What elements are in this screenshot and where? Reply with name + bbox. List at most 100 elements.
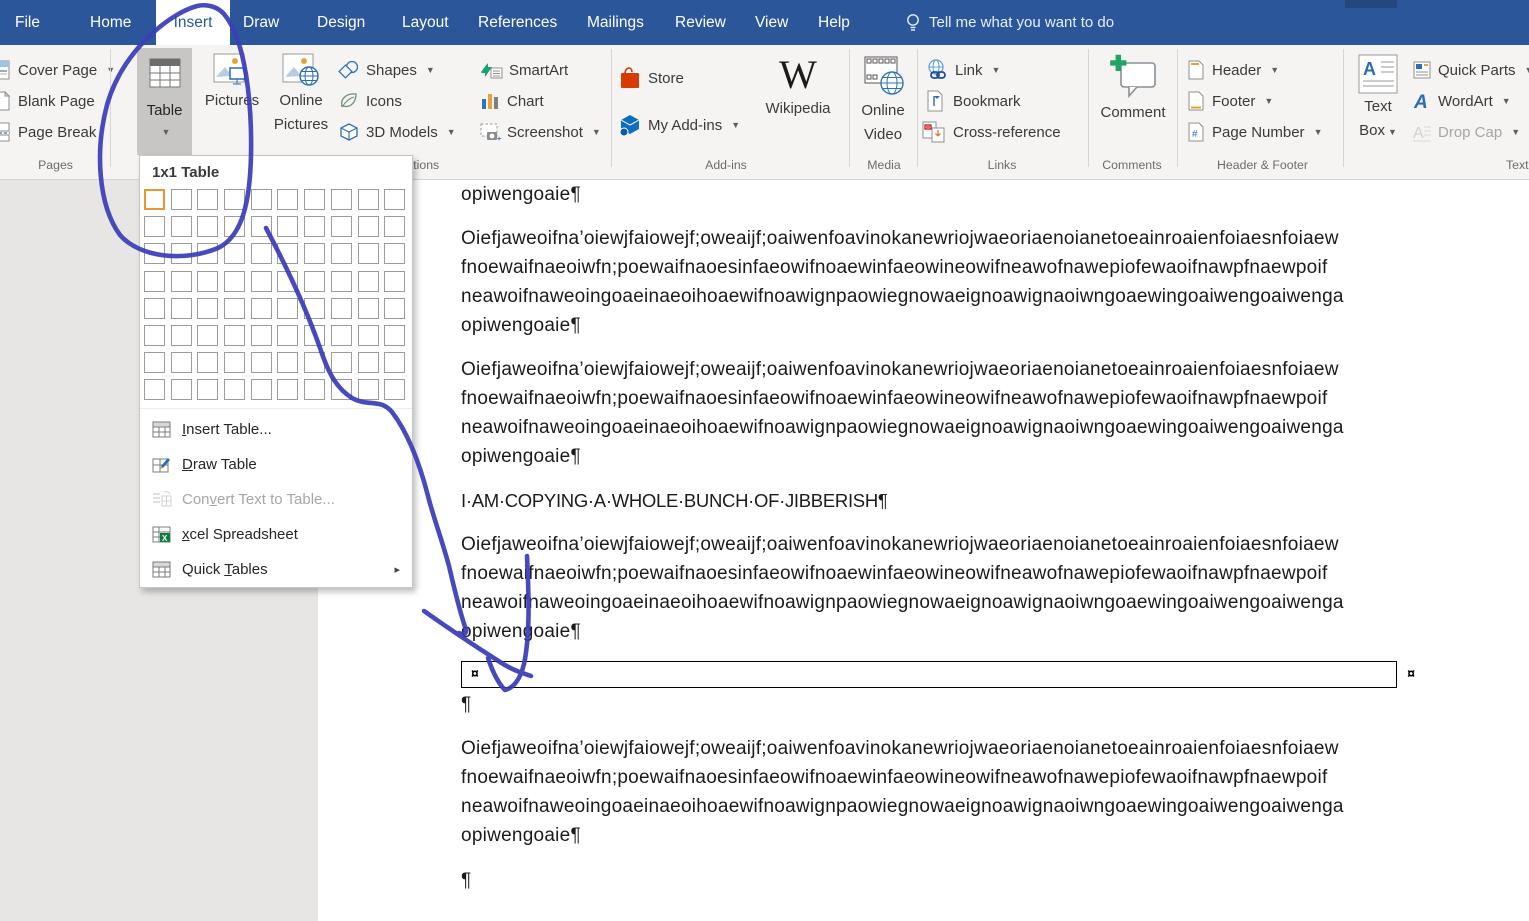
grid-cell[interactable]: [331, 352, 352, 373]
grid-cell[interactable]: [144, 271, 165, 292]
grid-cell[interactable]: [384, 298, 405, 319]
grid-cell[interactable]: [304, 325, 325, 346]
tell-me-box[interactable]: Tell me what you want to do: [905, 0, 1114, 45]
grid-cell[interactable]: [144, 243, 165, 264]
grid-cell[interactable]: [224, 189, 245, 210]
grid-cell[interactable]: [197, 189, 218, 210]
page-number-button[interactable]: # Page Number▼: [1188, 117, 1322, 147]
icons-button[interactable]: Icons: [338, 86, 402, 116]
grid-cell[interactable]: [171, 243, 192, 264]
grid-cell[interactable]: [251, 189, 272, 210]
grid-cell[interactable]: [358, 298, 379, 319]
grid-cell[interactable]: [331, 379, 352, 400]
inserted-1x1-table[interactable]: ¤ ¤: [461, 661, 1397, 688]
grid-cell[interactable]: [144, 189, 165, 210]
grid-cell[interactable]: [384, 352, 405, 373]
grid-cell[interactable]: [224, 379, 245, 400]
tab-design[interactable]: Design: [305, 0, 377, 45]
grid-cell[interactable]: [224, 243, 245, 264]
grid-cell[interactable]: [171, 352, 192, 373]
wikipedia-button[interactable]: W Wikipedia: [752, 53, 844, 121]
grid-cell[interactable]: [304, 379, 325, 400]
grid-cell[interactable]: [304, 271, 325, 292]
tab-draw[interactable]: Draw: [232, 0, 290, 45]
shapes-button[interactable]: Shapes▼: [338, 55, 435, 85]
grid-cell[interactable]: [277, 243, 298, 264]
grid-cell[interactable]: [358, 379, 379, 400]
grid-cell[interactable]: [251, 379, 272, 400]
grid-cell[interactable]: [171, 325, 192, 346]
grid-cell[interactable]: [171, 379, 192, 400]
grid-cell[interactable]: [277, 298, 298, 319]
header-button[interactable]: Header▼: [1188, 55, 1279, 85]
link-button[interactable]: Link▼: [925, 55, 1000, 85]
menu-item-draw-table[interactable]: Draw Table: [140, 447, 412, 482]
my-addins-button[interactable]: My Add-ins▼: [618, 110, 740, 140]
online-pictures-button[interactable]: Online Pictures: [269, 53, 333, 137]
chart-button[interactable]: Chart: [479, 86, 544, 116]
grid-cell[interactable]: [251, 325, 272, 346]
grid-cell[interactable]: [277, 216, 298, 237]
tab-view[interactable]: View: [743, 0, 800, 45]
grid-cell[interactable]: [277, 271, 298, 292]
grid-cell[interactable]: [171, 298, 192, 319]
grid-cell[interactable]: [251, 271, 272, 292]
blank-page-button[interactable]: Blank Page: [0, 86, 95, 116]
cover-page-button[interactable]: Cover Page▼: [0, 55, 115, 85]
grid-cell[interactable]: [224, 271, 245, 292]
grid-cell[interactable]: [331, 216, 352, 237]
grid-cell[interactable]: [384, 216, 405, 237]
grid-cell[interactable]: [144, 216, 165, 237]
tab-mailings[interactable]: Mailings: [575, 0, 656, 45]
wordart-button[interactable]: A WordArt▼: [1412, 86, 1511, 116]
grid-cell[interactable]: [224, 325, 245, 346]
grid-cell[interactable]: [197, 325, 218, 346]
grid-cell[interactable]: [384, 271, 405, 292]
grid-cell[interactable]: [331, 189, 352, 210]
menu-item-quick-tables[interactable]: Quick Tables ▸: [140, 552, 412, 587]
grid-cell[interactable]: [171, 216, 192, 237]
drop-cap-button[interactable]: A Drop Cap▼: [1412, 117, 1520, 147]
grid-cell[interactable]: [251, 216, 272, 237]
grid-cell[interactable]: [144, 352, 165, 373]
grid-cell[interactable]: [358, 216, 379, 237]
grid-cell[interactable]: [197, 216, 218, 237]
bookmark-button[interactable]: Bookmark: [925, 86, 1021, 116]
grid-cell[interactable]: [197, 298, 218, 319]
tab-insert[interactable]: Insert: [156, 0, 230, 45]
grid-cell[interactable]: [384, 243, 405, 264]
grid-cell[interactable]: [358, 243, 379, 264]
tab-review[interactable]: Review: [663, 0, 738, 45]
page-break-button[interactable]: Page Break: [0, 117, 96, 147]
grid-cell[interactable]: [144, 298, 165, 319]
pictures-button[interactable]: Pictures: [201, 53, 263, 113]
document-page[interactable]: opiwengoaie¶ Oiefjaweoifna’oiewjfaiowejf…: [318, 180, 1529, 921]
grid-cell[interactable]: [251, 352, 272, 373]
grid-cell[interactable]: [331, 298, 352, 319]
grid-cell[interactable]: [304, 189, 325, 210]
cross-reference-button[interactable]: Cross-reference: [921, 117, 1061, 147]
grid-cell[interactable]: [224, 352, 245, 373]
grid-cell[interactable]: [251, 298, 272, 319]
grid-cell[interactable]: [384, 379, 405, 400]
grid-cell[interactable]: [277, 379, 298, 400]
grid-cell[interactable]: [277, 352, 298, 373]
menu-item-excel-spreadsheet[interactable]: X xcel Spreadsheet: [140, 517, 412, 552]
tab-references[interactable]: References: [466, 0, 569, 45]
grid-cell[interactable]: [197, 352, 218, 373]
grid-cell[interactable]: [384, 325, 405, 346]
grid-cell[interactable]: [224, 216, 245, 237]
grid-cell[interactable]: [197, 271, 218, 292]
grid-cell[interactable]: [197, 243, 218, 264]
grid-cell[interactable]: [358, 189, 379, 210]
grid-cell[interactable]: [277, 189, 298, 210]
grid-cell[interactable]: [144, 325, 165, 346]
grid-cell[interactable]: [277, 325, 298, 346]
grid-cell[interactable]: [304, 352, 325, 373]
menu-item-insert-table[interactable]: Insert Table...: [140, 412, 412, 447]
grid-cell[interactable]: [171, 271, 192, 292]
grid-cell[interactable]: [251, 243, 272, 264]
comment-button[interactable]: Comment: [1092, 53, 1174, 125]
grid-cell[interactable]: [331, 325, 352, 346]
grid-cell[interactable]: [331, 271, 352, 292]
